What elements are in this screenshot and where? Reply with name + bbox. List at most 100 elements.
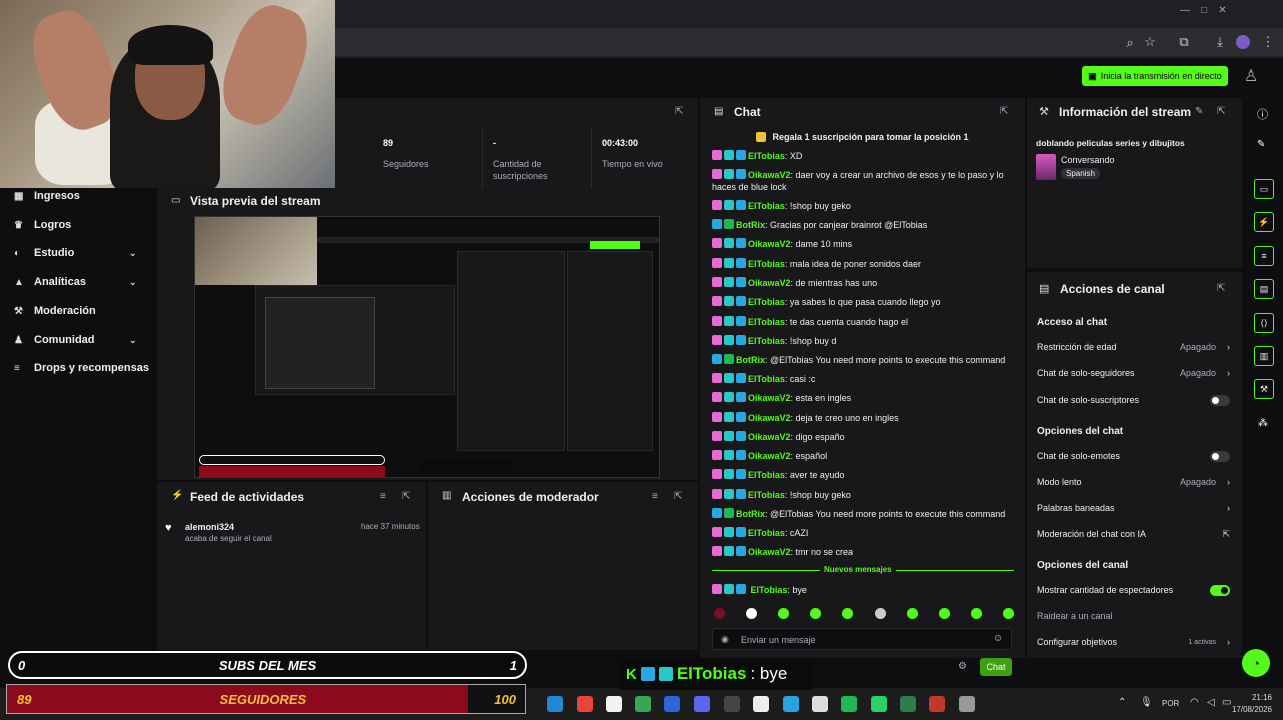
zoom-icon[interactable]: ⌕	[1120, 35, 1140, 51]
action-row-chat-de-solo-emotes[interactable]: Chat de solo-emotes	[1037, 448, 1232, 464]
chat-username[interactable]: ElTobias	[748, 336, 785, 346]
emote-icon[interactable]	[778, 608, 790, 619]
columns-toggle-icon[interactable]: ▥	[1254, 346, 1274, 366]
stream-preview-video[interactable]	[194, 216, 660, 478]
emoji-icon[interactable]: ☺	[993, 633, 1003, 644]
popout-icon[interactable]: ⇱	[1217, 106, 1225, 117]
chat-username[interactable]: ElTobias	[748, 259, 785, 269]
keyboard-language[interactable]: POR	[1162, 699, 1179, 708]
action-row-palabras-baneadas[interactable]: Palabras baneadas ›	[1037, 500, 1232, 516]
discord-icon[interactable]	[694, 696, 710, 712]
chat-username[interactable]: ElTobias	[748, 470, 785, 480]
emote-icon[interactable]	[714, 608, 725, 619]
chat-username[interactable]: OikawaV2	[748, 239, 791, 249]
wrench-toggle-icon[interactable]: ⚒	[1254, 379, 1274, 399]
action-row-restricci-n-de-edad[interactable]: Restricción de edad Apagado ›	[1037, 339, 1232, 355]
chat-username[interactable]: ElTobias	[748, 317, 785, 327]
chat-username[interactable]: BotRix	[736, 355, 765, 365]
action-row-modo-lento[interactable]: Modo lento Apagado ›	[1037, 474, 1232, 490]
go-live-button[interactable]: ▣ Inicia la transmisión en directo	[1082, 66, 1228, 86]
mic-icon[interactable]: 🎙	[1140, 697, 1153, 708]
list-toggle-icon[interactable]: ≡	[1254, 246, 1274, 266]
sidebar-item-estudio[interactable]: ◐ Estudio ⌄	[14, 243, 137, 263]
emote-icon[interactable]	[842, 608, 854, 619]
chat-username[interactable]: ElTobias	[748, 490, 785, 500]
clock-date[interactable]: 17/08/2026	[1228, 705, 1272, 714]
toggle-switch[interactable]	[1210, 450, 1230, 462]
chrome-icon[interactable]	[577, 696, 593, 712]
file-icon[interactable]	[753, 696, 769, 712]
volume-icon[interactable]: ◁	[1207, 697, 1215, 708]
action-row-chat-de-solo-seguidores[interactable]: Chat de solo-seguidores Apagado ›	[1037, 365, 1232, 381]
chat-username[interactable]: OikawaV2	[748, 432, 791, 442]
code-toggle-icon[interactable]: ⟨⟩	[1254, 313, 1274, 333]
emote-icon[interactable]	[810, 608, 822, 619]
popout-icon[interactable]: ⇱	[675, 106, 683, 117]
filter-icon[interactable]: ≡	[380, 491, 386, 502]
usb-icon[interactable]	[959, 696, 975, 712]
toggle-switch[interactable]	[1210, 584, 1230, 596]
wifi-icon[interactable]: ◠	[1190, 697, 1199, 708]
feed-user[interactable]: alemoni324	[185, 522, 234, 532]
chat-username[interactable]: ElTobias	[751, 585, 788, 595]
filter-icon[interactable]: ≡	[652, 491, 658, 502]
user-avatar-icon[interactable]: ♙	[1240, 66, 1262, 88]
category-name[interactable]: Conversando	[1061, 155, 1115, 165]
chat-username[interactable]: OikawaV2	[748, 393, 791, 403]
emote-icon[interactable]	[970, 608, 982, 619]
sidebar-item-anal-ticas[interactable]: ▲ Analíticas ⌄	[14, 272, 137, 292]
chat-toggle-icon[interactable]: ▤	[1254, 279, 1274, 299]
preview-toggle-icon[interactable]: ▭	[1254, 179, 1274, 199]
app-icon[interactable]	[664, 696, 680, 712]
action-row-chat-de-solo-suscriptores[interactable]: Chat de solo-suscriptores	[1037, 392, 1232, 408]
pinned-gift-banner[interactable]: Regala 1 suscripción para tomar la posic…	[700, 128, 1025, 146]
app3-icon[interactable]	[929, 696, 945, 712]
toggle-switch[interactable]	[1210, 394, 1230, 406]
sidebar-item-ingresos[interactable]: ▦ Ingresos	[14, 186, 80, 206]
emote-icon[interactable]	[906, 608, 918, 619]
photos-icon[interactable]	[783, 696, 799, 712]
whatsapp-icon[interactable]	[871, 696, 887, 712]
new-messages-label[interactable]: Nuevos mensajes	[820, 565, 896, 574]
sidebar-item-comunidad[interactable]: ♟ Comunidad ⌄	[14, 330, 137, 350]
chat-username[interactable]: OikawaV2	[748, 451, 791, 461]
store-icon[interactable]	[606, 696, 622, 712]
popout-icon[interactable]: ⇱	[674, 491, 682, 502]
action-row-configurar-objetivos[interactable]: Configurar objetivos 1 activas ›	[1037, 634, 1232, 650]
chrome-profile-icon[interactable]	[635, 696, 651, 712]
chat-username[interactable]: BotRix	[736, 509, 765, 519]
spotify-icon[interactable]	[841, 696, 857, 712]
settings-gear-icon[interactable]: ⚙	[958, 661, 967, 672]
emote-icon[interactable]	[938, 608, 950, 619]
app2-icon[interactable]	[900, 696, 916, 712]
edit-pencil-icon[interactable]: ✎	[1257, 139, 1265, 150]
obs-icon[interactable]	[724, 696, 740, 712]
chat-username[interactable]: ElTobias	[748, 297, 785, 307]
star-icon[interactable]: ☆	[1140, 34, 1160, 50]
edge-icon[interactable]	[547, 696, 563, 712]
sidebar-item-drops-y-recompensas[interactable]: ≡ Drops y recompensas	[14, 358, 149, 378]
nodes-icon[interactable]: ⁂	[1258, 418, 1268, 429]
chat-send-button[interactable]: Chat	[980, 658, 1012, 676]
extensions-icon[interactable]: ⧉	[1174, 34, 1194, 50]
popout-icon[interactable]: ⇱	[1217, 283, 1225, 294]
category-thumbnail[interactable]	[1036, 154, 1056, 180]
clock-time[interactable]: 21:16	[1238, 693, 1272, 702]
sidebar-item-logros[interactable]: ♛ Logros	[14, 215, 71, 235]
chat-settings-icon[interactable]: ◉	[721, 634, 729, 645]
tray-chevron-icon[interactable]: ⌃	[1118, 697, 1126, 708]
action-row-raidear-a-un-canal[interactable]: Raidear a un canal	[1037, 608, 1232, 624]
emote-icon[interactable]	[746, 608, 758, 619]
chat-username[interactable]: ElTobias	[748, 528, 785, 538]
download-icon[interactable]: ⤓	[1210, 34, 1230, 50]
emote-icon[interactable]	[1002, 608, 1014, 619]
info-circle-icon[interactable]: ⓘ	[1257, 106, 1268, 122]
sidebar-item-moderaci-n[interactable]: ⚒ Moderación	[14, 301, 96, 321]
edit-pencil-icon[interactable]: ✎	[1195, 106, 1203, 117]
menu-icon[interactable]: ⋮	[1258, 34, 1278, 50]
action-row-mostrar-cantidad-de-espectadores[interactable]: Mostrar cantidad de espectadores	[1037, 582, 1232, 598]
popout-icon[interactable]: ⇱	[1000, 106, 1008, 117]
chat-username[interactable]: BotRix	[736, 220, 765, 230]
chat-username[interactable]: OikawaV2	[748, 547, 791, 557]
action-row-moderaci-n-del-chat-con-ia[interactable]: Moderación del chat con IA ⇱	[1037, 526, 1232, 542]
